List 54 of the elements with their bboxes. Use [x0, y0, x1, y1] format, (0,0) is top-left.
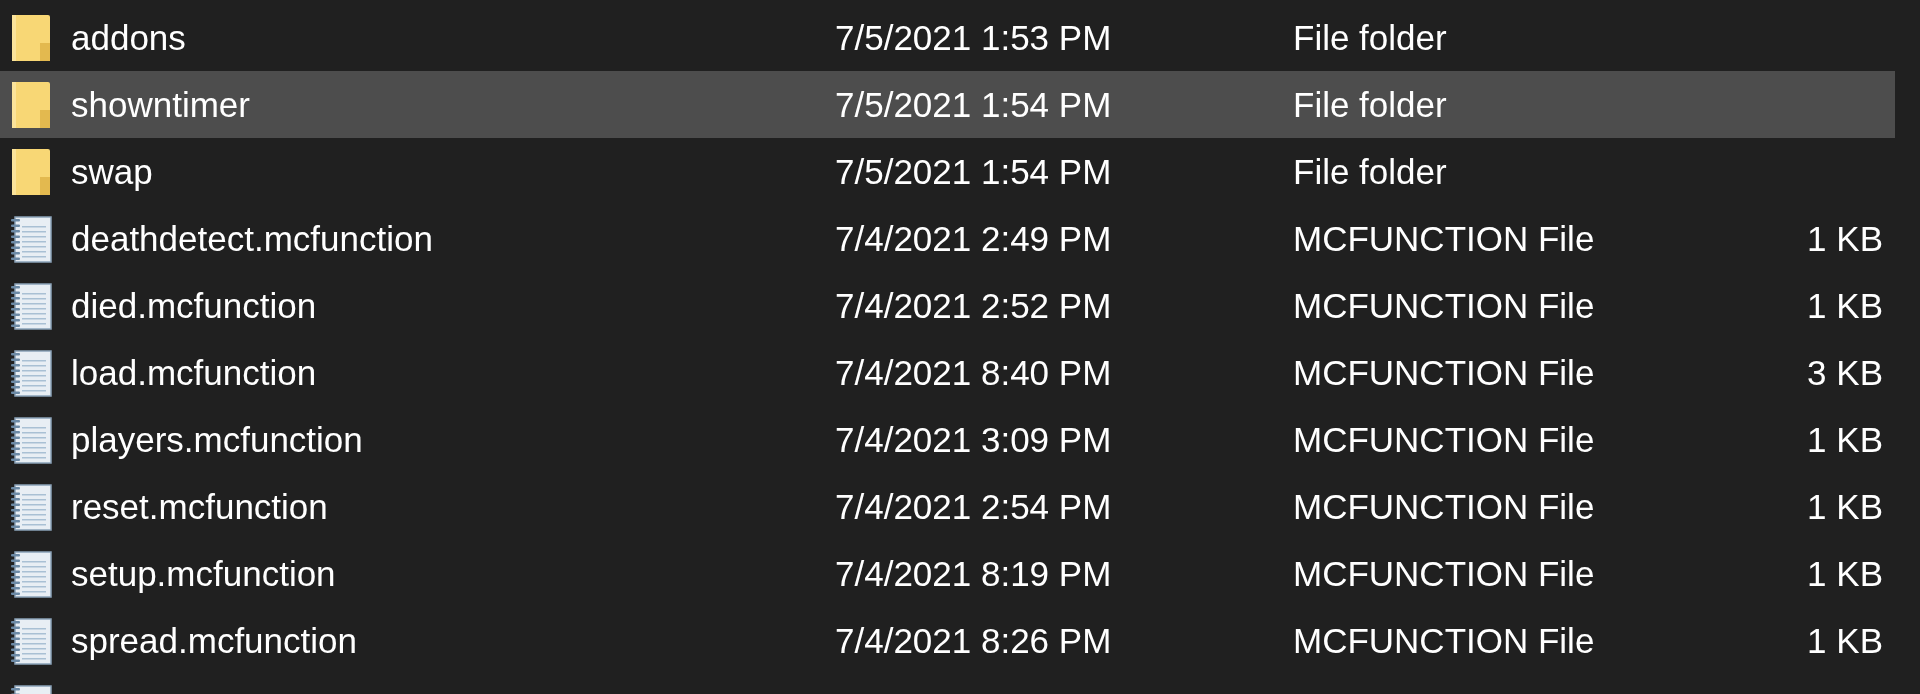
file-row[interactable]: deathdetect.mcfunction 7/4/2021 2:49 PM MCFUNCTION File 1 KB [0, 205, 1895, 272]
file-size: 1 KB [1806, 419, 1883, 460]
date-modified: 7/4/2021 8:40 PM [835, 352, 1113, 393]
notepad-icon [10, 347, 54, 398]
file-size: 1 KB [1806, 553, 1883, 594]
notepad-icon [10, 481, 54, 532]
file-row[interactable]: addons 7/5/2021 1:53 PM File folder [0, 4, 1895, 71]
date-modified: 7/5/2021 1:53 PM [835, 17, 1113, 58]
notepad-icon [10, 548, 54, 599]
file-row[interactable]: showntimer 7/5/2021 1:54 PM File folder [0, 71, 1895, 138]
notepad-icon [10, 615, 54, 666]
file-type: MCFUNCTION File [1293, 620, 1596, 661]
file-type: File folder [1293, 151, 1448, 192]
file-name: load.mcfunction [71, 352, 318, 393]
notepad-icon [10, 213, 54, 264]
date-modified: 7/4/2021 8:19 PM [835, 553, 1113, 594]
file-row[interactable]: spread.mcfunction 7/4/2021 8:26 PM MCFUNCTION File 1 KB [0, 607, 1895, 674]
date-modified: 7/4/2021 8:26 PM [835, 620, 1113, 661]
file-size: 1 KB [1806, 620, 1883, 661]
file-type: File folder [1293, 17, 1448, 58]
file-name: swap [71, 151, 154, 192]
date-modified: 7/4/2021 2:52 PM [835, 285, 1113, 326]
file-name: reset.mcfunction [71, 486, 329, 527]
file-name: addons [71, 17, 187, 58]
file-name: died.mcfunction [71, 285, 318, 326]
file-type: MCFUNCTION File [1293, 218, 1596, 259]
file-row[interactable]: swap 7/5/2021 1:54 PM File folder [0, 138, 1895, 205]
file-name: players.mcfunction [71, 419, 364, 460]
file-type: MCFUNCTION File [1293, 419, 1596, 460]
file-row[interactable]: reset.mcfunction 7/4/2021 2:54 PM MCFUNCTION File 1 KB [0, 473, 1895, 540]
file-type: MCFUNCTION File [1293, 285, 1596, 326]
date-modified: 7/5/2021 1:54 PM [835, 84, 1113, 125]
file-row[interactable]: died.mcfunction 7/4/2021 2:52 PM MCFUNCTION File 1 KB [0, 272, 1895, 339]
file-name: showntimer [71, 84, 251, 125]
file-row[interactable]: setup.mcfunction 7/4/2021 8:19 PM MCFUNCTION File 1 KB [0, 540, 1895, 607]
date-modified: 7/4/2021 2:54 PM [835, 486, 1113, 527]
file-size: 1 KB [1806, 218, 1883, 259]
file-type: MCFUNCTION File [1293, 352, 1596, 393]
file-type: MCFUNCTION File [1293, 486, 1596, 527]
file-size: 3 KB [1806, 352, 1883, 393]
file-name: spread.mcfunction [71, 620, 358, 661]
file-row[interactable]: load.mcfunction 7/4/2021 8:40 PM MCFUNCTION File 3 KB [0, 339, 1895, 406]
file-name: deathdetect.mcfunction [71, 218, 434, 259]
file-row[interactable]: players.mcfunction 7/4/2021 3:09 PM MCFUNCTION File 1 KB [0, 406, 1895, 473]
date-modified: 7/4/2021 3:09 PM [835, 419, 1113, 460]
date-modified: 7/4/2021 2:49 PM [835, 218, 1113, 259]
notepad-icon [10, 280, 54, 331]
file-size: 1 KB [1806, 486, 1883, 527]
file-type: MCFUNCTION File [1293, 553, 1596, 594]
file-type: File folder [1293, 84, 1448, 125]
notepad-icon [10, 414, 54, 465]
file-size: 1 KB [1806, 285, 1883, 326]
file-name: setup.mcfunction [71, 553, 337, 594]
date-modified: 7/5/2021 1:54 PM [835, 151, 1113, 192]
